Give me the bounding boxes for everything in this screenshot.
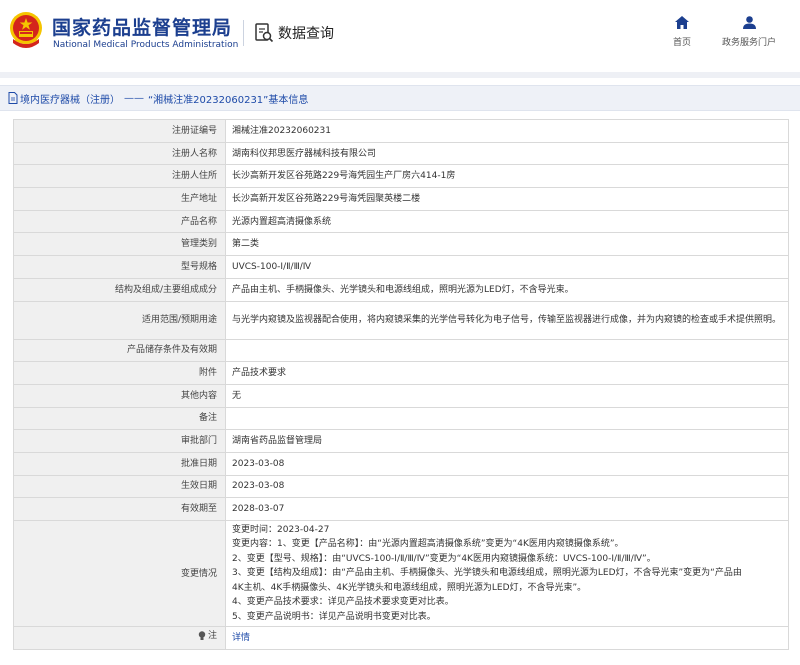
table-row: 适用范围/预期用途 与光学内窥镜及监视器配合使用，将内窥镜采集的光学信号转化为电子… [13, 300, 789, 340]
org-name-en: National Medical Products Administration [53, 40, 239, 50]
row-label: 产品名称 [13, 209, 226, 234]
row-label: 有效期至 [13, 497, 226, 521]
table-row: 生产地址 长沙高新开发区谷苑路229号海凭园聚英楼二楼 [13, 187, 789, 211]
row-value: 长沙高新开发区谷苑路229号海凭园聚英楼二楼 [225, 187, 789, 211]
note-label: 注 [207, 631, 217, 642]
home-icon [675, 16, 689, 29]
table-row-changes: 变更情况 变更时间：2023-04-27 变更内容：1、变更【产品名称】：由“光… [13, 520, 789, 627]
nav-home-label: 首页 [672, 38, 691, 48]
row-label: 结构及组成/主要组成成分 [13, 277, 226, 302]
table-row: 产品储存条件及有效期 [13, 338, 789, 363]
table-row: 注册证编号 湘械注准20232060231 [13, 119, 789, 143]
nav-portal-label: 政务服务门户 [721, 38, 776, 48]
row-value [225, 406, 789, 431]
site-header: 国家药品监督管理局 National Medical Products Admi… [0, 0, 800, 66]
row-label: 产品储存条件及有效期 [13, 338, 226, 363]
section-title: 数据查询 [278, 26, 334, 42]
table-row: 备注 [13, 406, 789, 431]
row-value: 湖南科仪邦思医疗器械科技有限公司 [225, 141, 789, 166]
row-value [225, 338, 789, 363]
table-row: 有效期至 2028-03-07 [13, 497, 789, 521]
row-value: 无 [225, 383, 789, 408]
table-row: 批准日期 2023-03-08 [13, 451, 789, 476]
change-line: 4K主机、4K手柄摄像头、4K光学镜头和电源线组成，照明光源为LED灯，不含导光… [232, 582, 587, 593]
table-row: 注册人住所 长沙高新开发区谷苑路229号海凭园生产厂房六414-1房 [13, 164, 789, 189]
breadcrumb-category[interactable]: 境内医疗器械（注册） [20, 91, 120, 106]
header-divider [243, 20, 244, 46]
row-label: 批准日期 [13, 451, 226, 476]
table-row: 产品名称 光源内置超高清摄像系统 [13, 209, 789, 234]
row-label: 管理类别 [13, 232, 226, 257]
row-label: 附件 [13, 361, 226, 385]
row-label: 注册证编号 [13, 119, 226, 143]
header-band [0, 72, 800, 78]
row-value: 2028-03-07 [225, 497, 789, 521]
user-icon [742, 16, 756, 29]
row-value: 第二类 [225, 232, 789, 257]
change-line: 变更时间：2023-04-27 [232, 524, 330, 535]
row-value: 光源内置超高清摄像系统 [225, 209, 789, 234]
breadcrumb-separator: —— [124, 92, 144, 104]
lightbulb-icon [198, 631, 206, 641]
row-label: 审批部门 [13, 429, 226, 453]
row-value: 长沙高新开发区谷苑路229号海凭园生产厂房六414-1房 [225, 164, 789, 189]
note-value: 详情 [225, 626, 789, 650]
note-label-cell: 注 [13, 626, 226, 650]
change-line: 3、变更【结构及组成】：由“产品由主机、手柄摄像头、光学镜头和电源线组成，照明光… [232, 568, 742, 579]
national-emblem-icon [10, 12, 42, 48]
change-line: 变更内容：1、变更【产品名称】：由“光源内置超高清摄像系统”变更为“4K医用内窥… [232, 539, 624, 550]
change-line: 2、变更【型号、规格】：由“UVCS-100-Ⅰ/Ⅱ/Ⅲ/Ⅳ”变更为“4K医用内… [232, 553, 656, 564]
data-query-icon [255, 23, 274, 43]
table-row: 生效日期 2023-03-08 [13, 474, 789, 499]
breadcrumb-page-title: “湘械注准20232060231”基本信息 [148, 94, 309, 106]
row-value: 湖南省药品监督管理局 [225, 429, 789, 453]
row-label: 生产地址 [13, 187, 226, 211]
table-row: 型号规格 UVCS-100-Ⅰ/Ⅱ/Ⅲ/Ⅳ [13, 255, 789, 279]
nav-portal-link[interactable]: 政务服务门户 [718, 16, 780, 48]
org-name-cn: 国家药品监督管理局 [52, 17, 233, 39]
changes-value: 变更时间：2023-04-27 变更内容：1、变更【产品名称】：由“光源内置超高… [225, 520, 789, 627]
document-icon [8, 92, 18, 104]
details-link[interactable]: 详情 [232, 633, 250, 643]
table-row: 注册人名称 湖南科仪邦思医疗器械科技有限公司 [13, 141, 789, 166]
row-label: 注册人名称 [13, 141, 226, 166]
breadcrumb: 境内医疗器械（注册） —— “湘械注准20232060231”基本信息 [0, 85, 800, 111]
table-row-note: 注 详情 [13, 626, 789, 650]
row-value: UVCS-100-Ⅰ/Ⅱ/Ⅲ/Ⅳ [225, 255, 789, 279]
table-row: 结构及组成/主要组成成分 产品由主机、手柄摄像头、光学镜头和电源线组成，照明光源为… [13, 277, 789, 302]
row-label: 其他内容 [13, 383, 226, 408]
row-label: 型号规格 [13, 255, 226, 279]
row-value: 2023-03-08 [225, 451, 789, 476]
changes-label: 变更情况 [13, 520, 226, 627]
row-label: 注册人住所 [13, 164, 226, 189]
change-line: 4、变更产品技术要求：详见产品技术要求变更对比表。 [232, 597, 454, 608]
table-row: 其他内容无 [13, 383, 789, 408]
table-row: 附件 产品技术要求 [13, 361, 789, 385]
row-value: 与光学内窥镜及监视器配合使用，将内窥镜采集的光学信号转化为电子信号，传输至监视器… [225, 300, 789, 340]
row-label: 生效日期 [13, 474, 226, 499]
registration-detail-table: 注册证编号 湘械注准20232060231 注册人名称 湖南科仪邦思医疗器械科技有限… [13, 119, 789, 650]
row-label: 适用范围/预期用途 [13, 300, 226, 340]
table-row: 审批部门 湖南省药品监督管理局 [13, 429, 789, 453]
change-line: 5、变更产品说明书：详见产品说明书变更对比表。 [232, 611, 436, 622]
table-row: 管理类别 第二类 [13, 232, 789, 257]
row-label: 备注 [13, 406, 226, 431]
row-value: 2023-03-08 [225, 474, 789, 499]
row-value: 湘械注准20232060231 [225, 119, 789, 143]
row-value: 产品技术要求 [225, 361, 789, 385]
row-value: 产品由主机、手柄摄像头、光学镜头和电源线组成，照明光源为LED灯，不含导光束。 [225, 277, 789, 302]
nav-home-link[interactable]: 首页 [668, 16, 696, 48]
